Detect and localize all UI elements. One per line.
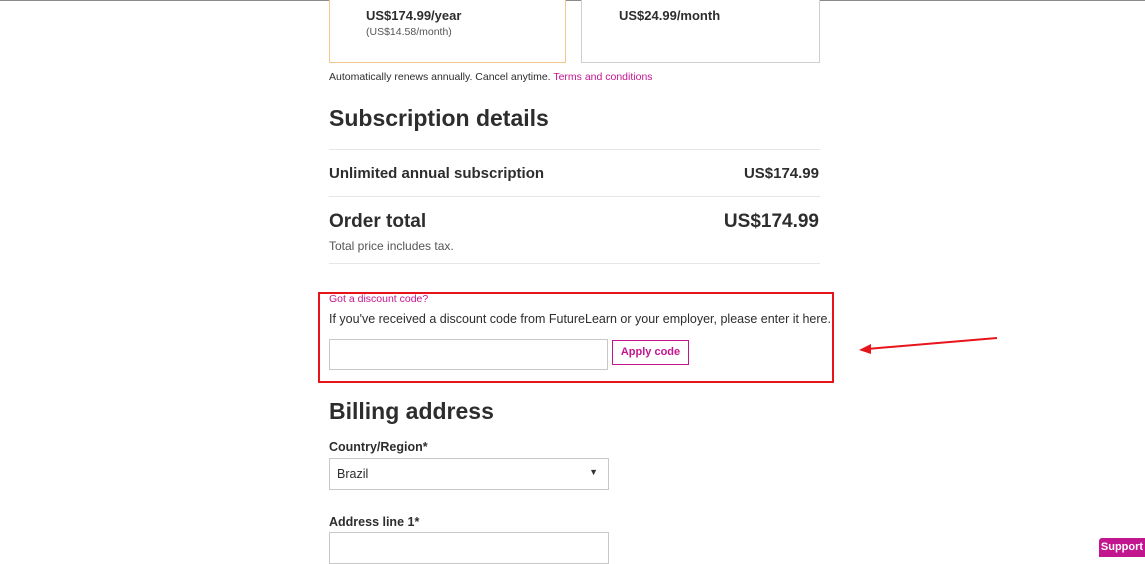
order-total-label: Order total <box>329 211 427 232</box>
top-divider <box>0 0 1145 1</box>
address-line1-label: Address line 1* <box>329 515 420 529</box>
divider <box>329 196 820 197</box>
order-total-note: Total price includes tax. <box>329 239 454 253</box>
discount-code-input[interactable] <box>329 339 608 370</box>
renewal-notice: Automatically renews annually. Cancel an… <box>329 71 653 83</box>
discount-description: If you've received a discount code from … <box>329 312 831 326</box>
order-total-price: US$174.99 <box>723 211 819 232</box>
apply-code-button[interactable]: Apply code <box>612 340 689 365</box>
arrow-left-icon <box>859 337 998 354</box>
caret-down-icon: ▼ <box>589 467 598 477</box>
billing-heading: Billing address <box>329 398 494 424</box>
plan-monthly-price: US$24.99/month <box>619 8 721 23</box>
plan-annual-monthly-equivalent: (US$14.58/month) <box>366 26 452 38</box>
divider <box>329 263 820 264</box>
country-select[interactable]: Brazil ▼ <box>329 458 609 490</box>
divider <box>329 149 820 150</box>
terms-link[interactable]: Terms and conditions <box>553 71 652 83</box>
plan-card-annual[interactable]: US$174.99/year (US$14.58/month) <box>329 0 566 63</box>
renewal-text: Automatically renews annually. Cancel an… <box>329 71 551 83</box>
plan-annual-price: US$174.99/year <box>366 8 462 23</box>
subscription-item-label: Unlimited annual subscription <box>329 165 545 182</box>
address-line1-input[interactable] <box>329 532 609 564</box>
support-button[interactable]: Support <box>1099 538 1145 557</box>
country-label: Country/Region* <box>329 440 428 454</box>
subscription-item-price: US$174.99 <box>743 165 819 182</box>
discount-code-link[interactable]: Got a discount code? <box>329 293 428 305</box>
subscription-heading: Subscription details <box>329 105 549 131</box>
country-select-value: Brazil <box>337 467 369 481</box>
plan-card-monthly[interactable]: US$24.99/month <box>581 0 820 63</box>
